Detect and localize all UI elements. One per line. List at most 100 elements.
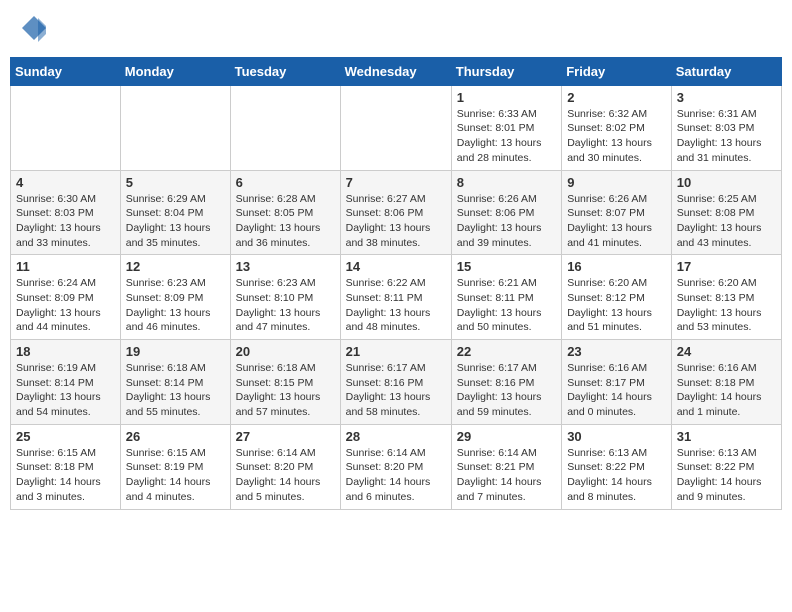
day-info: Sunrise: 6:22 AM Sunset: 8:11 PM Dayligh… [346, 276, 446, 335]
week-row-3: 11 Sunrise: 6:24 AM Sunset: 8:09 PM Dayli… [11, 255, 782, 340]
day-cell [120, 85, 230, 170]
day-info: Sunrise: 6:26 AM Sunset: 8:06 PM Dayligh… [457, 192, 556, 251]
day-cell: 21 Sunrise: 6:17 AM Sunset: 8:16 PM Dayli… [340, 340, 451, 425]
day-number: 22 [457, 344, 556, 359]
day-number: 19 [126, 344, 225, 359]
week-row-2: 4 Sunrise: 6:30 AM Sunset: 8:03 PM Daylig… [11, 170, 782, 255]
day-cell: 2Sunrise: 6:32 AM Sunset: 8:02 PM Daylig… [562, 85, 672, 170]
day-cell: 6 Sunrise: 6:28 AM Sunset: 8:05 PM Daylig… [230, 170, 340, 255]
day-number: 24 [677, 344, 776, 359]
day-info: Sunrise: 6:31 AM Sunset: 8:03 PM Dayligh… [677, 107, 776, 166]
day-number: 3 [677, 90, 776, 105]
day-cell: 28 Sunrise: 6:14 AM Sunset: 8:20 PM Dayli… [340, 424, 451, 509]
day-number: 7 [346, 175, 446, 190]
day-number: 15 [457, 259, 556, 274]
day-info: Sunrise: 6:15 AM Sunset: 8:19 PM Dayligh… [126, 446, 225, 505]
day-cell: 16 Sunrise: 6:20 AM Sunset: 8:12 PM Dayli… [562, 255, 672, 340]
day-info: Sunrise: 6:19 AM Sunset: 8:14 PM Dayligh… [16, 361, 115, 420]
day-number: 26 [126, 429, 225, 444]
day-info: Sunrise: 6:16 AM Sunset: 8:17 PM Dayligh… [567, 361, 666, 420]
day-number: 6 [236, 175, 335, 190]
day-cell [11, 85, 121, 170]
day-info: Sunrise: 6:20 AM Sunset: 8:13 PM Dayligh… [677, 276, 776, 335]
weekday-saturday: Saturday [671, 57, 781, 85]
day-info: Sunrise: 6:28 AM Sunset: 8:05 PM Dayligh… [236, 192, 335, 251]
day-info: Sunrise: 6:25 AM Sunset: 8:08 PM Dayligh… [677, 192, 776, 251]
day-cell: 18 Sunrise: 6:19 AM Sunset: 8:14 PM Dayli… [11, 340, 121, 425]
week-row-1: 1 Sunrise: 6:33 AM Sunset: 8:01 PM Daylig… [11, 85, 782, 170]
day-info: Sunrise: 6:14 AM Sunset: 8:20 PM Dayligh… [236, 446, 335, 505]
week-row-5: 25 Sunrise: 6:15 AM Sunset: 8:18 PM Dayli… [11, 424, 782, 509]
day-cell: 27 Sunrise: 6:14 AM Sunset: 8:20 PM Dayli… [230, 424, 340, 509]
day-number: 31 [677, 429, 776, 444]
day-number: 10 [677, 175, 776, 190]
day-cell [340, 85, 451, 170]
day-info: Sunrise: 6:14 AM Sunset: 8:20 PM Dayligh… [346, 446, 446, 505]
day-cell: 1 Sunrise: 6:33 AM Sunset: 8:01 PM Daylig… [451, 85, 561, 170]
day-number: 27 [236, 429, 335, 444]
day-number: 30 [567, 429, 666, 444]
day-cell: 30 Sunrise: 6:13 AM Sunset: 8:22 PM Dayli… [562, 424, 672, 509]
day-info: Sunrise: 6:18 AM Sunset: 8:15 PM Dayligh… [236, 361, 335, 420]
day-info: Sunrise: 6:13 AM Sunset: 8:22 PM Dayligh… [567, 446, 666, 505]
day-cell: 29Sunrise: 6:14 AM Sunset: 8:21 PM Dayli… [451, 424, 561, 509]
day-info: Sunrise: 6:14 AM Sunset: 8:21 PM Dayligh… [457, 446, 556, 505]
weekday-header-row: SundayMondayTuesdayWednesdayThursdayFrid… [11, 57, 782, 85]
weekday-tuesday: Tuesday [230, 57, 340, 85]
day-info: Sunrise: 6:17 AM Sunset: 8:16 PM Dayligh… [346, 361, 446, 420]
day-number: 25 [16, 429, 115, 444]
day-number: 20 [236, 344, 335, 359]
day-cell: 14 Sunrise: 6:22 AM Sunset: 8:11 PM Dayli… [340, 255, 451, 340]
day-cell: 7 Sunrise: 6:27 AM Sunset: 8:06 PM Daylig… [340, 170, 451, 255]
day-info: Sunrise: 6:24 AM Sunset: 8:09 PM Dayligh… [16, 276, 115, 335]
day-number: 8 [457, 175, 556, 190]
day-cell: 26 Sunrise: 6:15 AM Sunset: 8:19 PM Dayli… [120, 424, 230, 509]
day-number: 28 [346, 429, 446, 444]
day-cell: 20 Sunrise: 6:18 AM Sunset: 8:15 PM Dayli… [230, 340, 340, 425]
day-number: 11 [16, 259, 115, 274]
logo-icon [20, 14, 48, 42]
day-info: Sunrise: 6:33 AM Sunset: 8:01 PM Dayligh… [457, 107, 556, 166]
day-cell: 17 Sunrise: 6:20 AM Sunset: 8:13 PM Dayli… [671, 255, 781, 340]
day-cell: 3 Sunrise: 6:31 AM Sunset: 8:03 PM Daylig… [671, 85, 781, 170]
day-info: Sunrise: 6:30 AM Sunset: 8:03 PM Dayligh… [16, 192, 115, 251]
weekday-wednesday: Wednesday [340, 57, 451, 85]
day-number: 17 [677, 259, 776, 274]
day-cell: 15 Sunrise: 6:21 AM Sunset: 8:11 PM Dayli… [451, 255, 561, 340]
day-cell: 11 Sunrise: 6:24 AM Sunset: 8:09 PM Dayli… [11, 255, 121, 340]
day-info: Sunrise: 6:27 AM Sunset: 8:06 PM Dayligh… [346, 192, 446, 251]
day-number: 18 [16, 344, 115, 359]
day-info: Sunrise: 6:20 AM Sunset: 8:12 PM Dayligh… [567, 276, 666, 335]
day-number: 12 [126, 259, 225, 274]
day-number: 23 [567, 344, 666, 359]
weekday-monday: Monday [120, 57, 230, 85]
day-info: Sunrise: 6:21 AM Sunset: 8:11 PM Dayligh… [457, 276, 556, 335]
day-number: 14 [346, 259, 446, 274]
day-number: 13 [236, 259, 335, 274]
day-cell: 22Sunrise: 6:17 AM Sunset: 8:16 PM Dayli… [451, 340, 561, 425]
week-row-4: 18 Sunrise: 6:19 AM Sunset: 8:14 PM Dayli… [11, 340, 782, 425]
weekday-friday: Friday [562, 57, 672, 85]
day-info: Sunrise: 6:32 AM Sunset: 8:02 PM Dayligh… [567, 107, 666, 166]
day-info: Sunrise: 6:23 AM Sunset: 8:10 PM Dayligh… [236, 276, 335, 335]
day-info: Sunrise: 6:29 AM Sunset: 8:04 PM Dayligh… [126, 192, 225, 251]
day-number: 1 [457, 90, 556, 105]
weekday-sunday: Sunday [11, 57, 121, 85]
day-cell: 10 Sunrise: 6:25 AM Sunset: 8:08 PM Dayli… [671, 170, 781, 255]
day-number: 4 [16, 175, 115, 190]
day-number: 16 [567, 259, 666, 274]
day-number: 5 [126, 175, 225, 190]
day-cell: 24Sunrise: 6:16 AM Sunset: 8:18 PM Dayli… [671, 340, 781, 425]
day-cell: 9Sunrise: 6:26 AM Sunset: 8:07 PM Daylig… [562, 170, 672, 255]
day-info: Sunrise: 6:13 AM Sunset: 8:22 PM Dayligh… [677, 446, 776, 505]
day-number: 21 [346, 344, 446, 359]
day-info: Sunrise: 6:18 AM Sunset: 8:14 PM Dayligh… [126, 361, 225, 420]
day-cell: 8 Sunrise: 6:26 AM Sunset: 8:06 PM Daylig… [451, 170, 561, 255]
day-cell [230, 85, 340, 170]
day-cell: 4 Sunrise: 6:30 AM Sunset: 8:03 PM Daylig… [11, 170, 121, 255]
day-info: Sunrise: 6:15 AM Sunset: 8:18 PM Dayligh… [16, 446, 115, 505]
calendar-header [10, 10, 782, 51]
logo [18, 14, 48, 47]
calendar-table: SundayMondayTuesdayWednesdayThursdayFrid… [10, 57, 782, 510]
day-cell: 31 Sunrise: 6:13 AM Sunset: 8:22 PM Dayli… [671, 424, 781, 509]
